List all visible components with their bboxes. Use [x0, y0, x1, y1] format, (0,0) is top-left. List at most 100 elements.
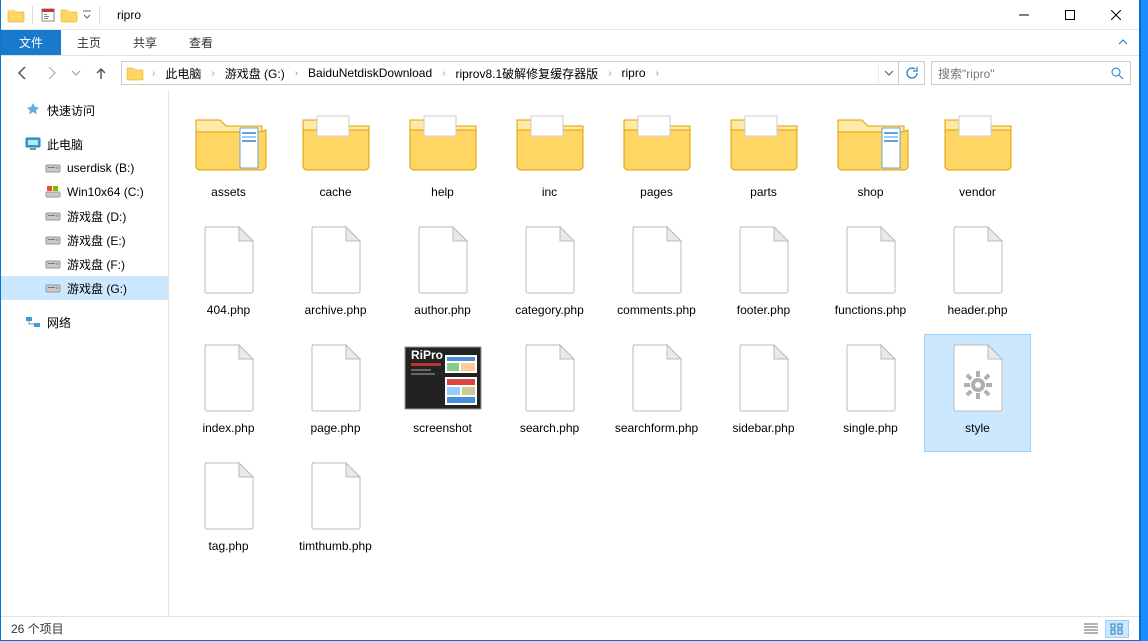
item-label: help [427, 183, 458, 201]
item-label: header.php [943, 301, 1011, 319]
status-text: 26 个项目 [11, 620, 64, 637]
recent-dropdown-icon[interactable] [71, 68, 81, 78]
item-icon [181, 101, 277, 183]
nav-this-pc[interactable]: 此电脑 [1, 132, 168, 156]
item-label: sidebar.php [728, 419, 798, 437]
item-icon [288, 219, 384, 301]
address-row: ›此电脑›游戏盘 (G:)›BaiduNetdiskDownload›ripro… [1, 56, 1139, 90]
folder-item[interactable]: cache [282, 98, 389, 216]
file-item[interactable]: single.php [817, 334, 924, 452]
drive-icon [45, 208, 61, 224]
address-dropdown-icon[interactable] [878, 62, 898, 84]
item-icon [930, 219, 1026, 301]
drive-icon [45, 160, 61, 176]
address-bar[interactable]: ›此电脑›游戏盘 (G:)›BaiduNetdiskDownload›ripro… [121, 61, 925, 85]
qat-dropdown-icon[interactable] [82, 10, 92, 20]
qat-properties-icon[interactable] [40, 7, 56, 23]
item-icon [823, 219, 919, 301]
item-icon [609, 101, 705, 183]
nav-drive[interactable]: Win10x64 (C:) [1, 180, 168, 204]
nav-drive[interactable]: userdisk (B:) [1, 156, 168, 180]
desktop-edge [1140, 0, 1148, 641]
drive-icon [45, 280, 61, 296]
item-label: 404.php [203, 301, 254, 319]
item-label: comments.php [613, 301, 700, 319]
item-label: functions.php [831, 301, 910, 319]
folder-item[interactable]: assets [175, 98, 282, 216]
view-details-button[interactable] [1079, 620, 1103, 638]
up-button[interactable] [93, 65, 109, 81]
tab-home[interactable]: 主页 [61, 30, 117, 55]
item-icon [609, 219, 705, 301]
item-label: parts [746, 183, 781, 201]
file-item[interactable]: tag.php [175, 452, 282, 570]
close-button[interactable] [1093, 0, 1139, 30]
item-icon [288, 101, 384, 183]
item-icon: RiPro [395, 337, 491, 419]
folder-item[interactable]: pages [603, 98, 710, 216]
drive-icon [45, 256, 61, 272]
tab-view[interactable]: 查看 [173, 30, 229, 55]
item-label: pages [636, 183, 677, 201]
forward-button[interactable] [43, 65, 59, 81]
item-label: style [961, 419, 994, 437]
maximize-button[interactable] [1047, 0, 1093, 30]
file-item[interactable]: style [924, 334, 1031, 452]
nav-network[interactable]: 网络 [1, 310, 168, 334]
item-label: single.php [839, 419, 902, 437]
file-item[interactable]: page.php [282, 334, 389, 452]
network-icon [25, 314, 41, 330]
file-item[interactable]: RiProscreenshot [389, 334, 496, 452]
folder-item[interactable]: shop [817, 98, 924, 216]
file-list[interactable]: assetscache help inc pages parts shopvendor 40… [169, 90, 1139, 616]
breadcrumb-segment[interactable]: 游戏盘 (G:)› [219, 62, 302, 84]
file-item[interactable]: timthumb.php [282, 452, 389, 570]
search-input[interactable]: 搜索"ripro" [931, 61, 1131, 85]
file-item[interactable]: category.php [496, 216, 603, 334]
file-item[interactable]: author.php [389, 216, 496, 334]
file-item[interactable]: functions.php [817, 216, 924, 334]
folder-icon[interactable] [60, 7, 78, 23]
search-placeholder: 搜索"ripro" [938, 65, 995, 82]
file-item[interactable]: sidebar.php [710, 334, 817, 452]
minimize-button[interactable] [1001, 0, 1047, 30]
file-item[interactable]: index.php [175, 334, 282, 452]
star-icon [25, 102, 41, 118]
item-icon [395, 219, 491, 301]
view-icons-button[interactable] [1105, 620, 1129, 638]
nav-drive[interactable]: 游戏盘 (D:) [1, 204, 168, 228]
drive-icon [45, 232, 61, 248]
nav-quick-access[interactable]: 快速访问 [1, 98, 168, 122]
file-item[interactable]: footer.php [710, 216, 817, 334]
file-item[interactable]: search.php [496, 334, 603, 452]
folder-item[interactable]: parts [710, 98, 817, 216]
file-item[interactable]: searchform.php [603, 334, 710, 452]
file-item[interactable]: header.php [924, 216, 1031, 334]
ribbon-expand-icon[interactable] [1107, 30, 1139, 55]
item-icon [181, 455, 277, 537]
breadcrumb-segment[interactable]: 此电脑› [159, 62, 218, 84]
nav-drive[interactable]: 游戏盘 (G:) [1, 276, 168, 300]
folder-item[interactable]: help [389, 98, 496, 216]
breadcrumb-segment[interactable]: ripro› [616, 62, 663, 84]
nav-drive[interactable]: 游戏盘 (F:) [1, 252, 168, 276]
refresh-button[interactable] [898, 62, 924, 84]
folder-icon [7, 7, 25, 23]
tab-share[interactable]: 共享 [117, 30, 173, 55]
item-icon [823, 337, 919, 419]
back-button[interactable] [15, 65, 31, 81]
file-item[interactable]: 404.php [175, 216, 282, 334]
folder-item[interactable]: vendor [924, 98, 1031, 216]
ribbon: 文件 主页 共享 查看 [1, 30, 1139, 56]
file-item[interactable]: archive.php [282, 216, 389, 334]
file-tab[interactable]: 文件 [1, 30, 61, 55]
folder-item[interactable]: inc [496, 98, 603, 216]
folder-icon [126, 65, 144, 81]
nav-drive[interactable]: 游戏盘 (E:) [1, 228, 168, 252]
item-icon [181, 337, 277, 419]
breadcrumb-segment[interactable]: BaiduNetdiskDownload› [302, 62, 449, 84]
file-item[interactable]: comments.php [603, 216, 710, 334]
item-icon [502, 219, 598, 301]
breadcrumb-segment[interactable]: riprov8.1破解修复缓存器版› [449, 62, 615, 84]
item-icon [930, 101, 1026, 183]
